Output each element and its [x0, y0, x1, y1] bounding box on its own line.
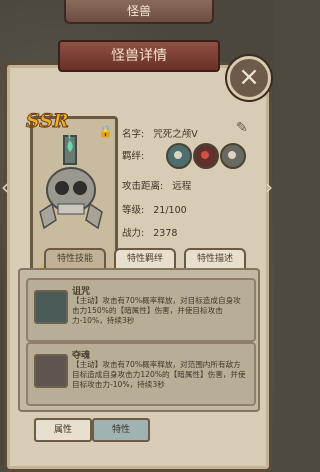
tab-trait-bond[interactable]: 特性羁绊	[114, 248, 176, 268]
skull-portrait	[39, 134, 103, 230]
bond-row: 羁绊:	[122, 148, 150, 162]
attributes-button[interactable]: 属性	[34, 418, 92, 442]
traits-button[interactable]: 特性	[92, 418, 150, 442]
bond-icon-2[interactable]	[193, 143, 219, 169]
soul-steal-skill-icon	[34, 354, 68, 388]
edit-icon[interactable]: ✎	[236, 120, 248, 136]
power-row: 战力: 2378	[122, 225, 177, 239]
level-row: 等级: 21/100	[122, 202, 187, 216]
tab-trait-skill[interactable]: 特性技能	[44, 248, 106, 268]
skill-list: 诅咒 【主动】攻击有70%概率释放，对目标造成自身攻击力150%的【暗属性】伤害…	[18, 268, 260, 412]
skill-description: 【主动】攻击有70%概率释放，对范围内所有敌方目标造成自身攻击力120%的【暗属…	[72, 360, 246, 389]
bond-icon-3[interactable]	[220, 143, 246, 169]
tab-trait-description[interactable]: 特性描述	[184, 248, 246, 268]
skill-description: 【主动】攻击有70%概率释放，对目标造成自身攻击力150%的【暗属性】伤害，并使…	[72, 296, 241, 325]
power-value: 2378	[153, 228, 178, 239]
top-banner: 怪兽	[64, 0, 214, 24]
curse-skill-icon	[34, 290, 68, 324]
level-label: 等级:	[122, 205, 145, 216]
name-row: 名字: 咒死之颅V	[122, 126, 198, 140]
rarity-badge: SSR	[26, 110, 70, 133]
skill-item: 夺魂 【主动】攻击有70%概率释放，对范围内所有敌方目标造成自身攻击力120%的…	[26, 342, 256, 406]
name-label: 名字:	[122, 129, 145, 140]
range-row: 攻击距离: 远程	[122, 178, 191, 192]
close-button[interactable]: ×	[227, 56, 271, 100]
page-title: 怪兽详情	[58, 40, 220, 72]
name-value: 咒死之颅V	[153, 129, 198, 140]
right-arrow-icon[interactable]: ›	[264, 174, 274, 200]
level-value: 21/100	[153, 205, 187, 216]
skill-item: 诅咒 【主动】攻击有70%概率释放，对目标造成自身攻击力150%的【暗属性】伤害…	[26, 278, 256, 342]
bond-label: 羁绊:	[122, 151, 145, 162]
power-label: 战力:	[122, 228, 145, 239]
range-value: 远程	[172, 181, 192, 192]
left-arrow-icon[interactable]: ‹	[0, 174, 10, 200]
range-label: 攻击距离:	[122, 181, 164, 192]
bond-icon-1[interactable]	[166, 143, 192, 169]
